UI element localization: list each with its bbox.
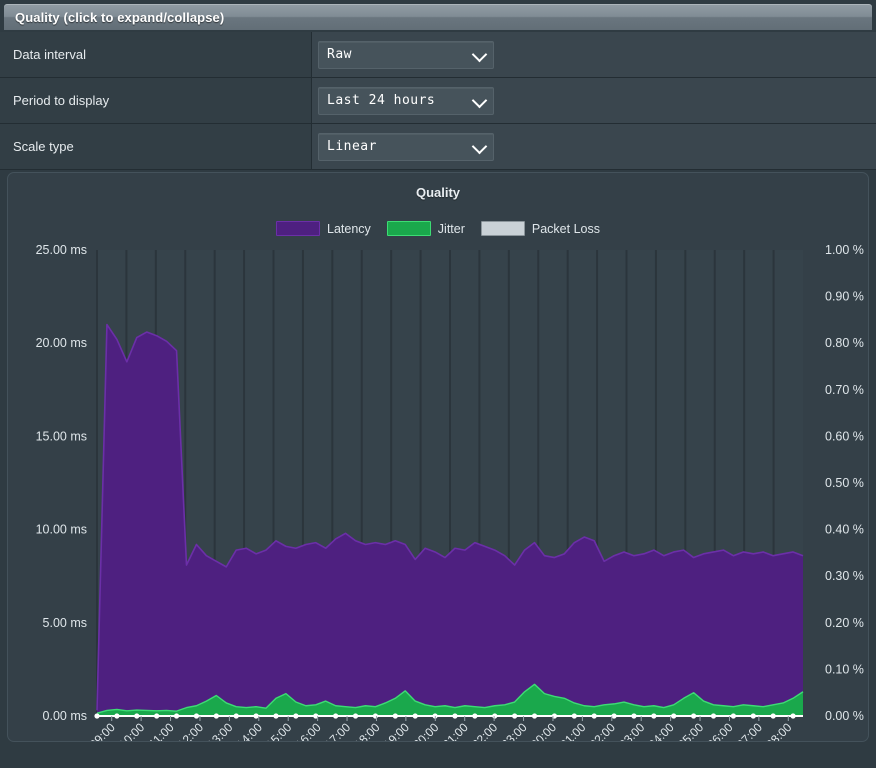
x-axis-tick-label: 19:00	[381, 720, 412, 742]
field-period-to-display: Last 24 hours	[312, 78, 876, 123]
form-row-scale-type: Scale type Linear	[0, 124, 876, 170]
left-axis-tick-label: 15.00 ms	[36, 429, 87, 443]
field-scale-type: Linear	[312, 124, 876, 169]
right-axis-tick-label: 0.70 %	[825, 383, 864, 397]
x-axis-tick-label: 06:00	[704, 720, 735, 742]
panel-bottom-strip	[0, 754, 876, 768]
select-scale-type-value: Linear	[327, 139, 377, 154]
right-axis-tick-label: 0.20 %	[825, 616, 864, 630]
x-axis-tick-label: 22:00	[469, 720, 500, 742]
section-header-quality[interactable]: Quality (click to expand/collapse)	[4, 4, 872, 30]
x-axis-tick-label: 12:00	[175, 720, 206, 742]
quality-panel: Quality (click to expand/collapse) Data …	[0, 0, 876, 768]
right-axis-tick-label: 0.10 %	[825, 662, 864, 676]
select-data-interval-value: Raw	[327, 47, 352, 62]
left-axis-tick-label: 20.00 ms	[36, 336, 87, 350]
label-data-interval: Data interval	[0, 32, 312, 77]
x-axis-tick-label: 05:00	[675, 720, 706, 742]
right-axis-tick-label: 0.80 %	[825, 336, 864, 350]
x-axis-tick-label: 07:00	[734, 720, 765, 742]
x-axis-tick-label: 11:00	[146, 720, 177, 742]
x-axis-tick-label: 10:00	[116, 720, 147, 742]
chevron-down-icon	[471, 92, 488, 108]
x-axis-tick-label: 21:00	[440, 720, 471, 742]
x-axis-tick-label: 13:00	[204, 720, 235, 742]
x-axis-tick-label: 01:00	[557, 720, 588, 742]
settings-form: Data interval Raw Period to display Last…	[0, 32, 876, 170]
field-data-interval: Raw	[312, 32, 876, 77]
chevron-down-icon	[471, 46, 488, 62]
x-axis-tick-label: 03:00	[616, 720, 647, 742]
x-axis-tick-label: 09:00	[87, 720, 118, 742]
x-axis-tick-label: 17:00	[322, 720, 353, 742]
x-axis-tick-label: 20:00	[410, 720, 441, 742]
x-axis-tick-label: 18:00	[351, 720, 382, 742]
right-axis-tick-label: 1.00 %	[825, 243, 864, 257]
label-period-to-display: Period to display	[0, 78, 312, 123]
left-axis-tick-label: 25.00 ms	[36, 243, 87, 257]
quality-chart: 0.00 ms 5.00 ms 10.00 ms 15.00 ms 20.00 ms 25…	[36, 243, 864, 742]
label-scale-type: Scale type	[0, 124, 312, 169]
x-axis-tick-label: 23:00	[499, 720, 530, 742]
select-data-interval[interactable]: Raw	[318, 40, 494, 69]
section-title: Quality (click to expand/collapse)	[15, 9, 225, 25]
form-row-period-to-display: Period to display Last 24 hours	[0, 78, 876, 124]
right-axis-tick-label: 0.90 %	[825, 290, 864, 304]
x-axis-tick-label: 14:00	[234, 720, 265, 742]
x-axis-tick-label: 00:00	[528, 720, 559, 742]
left-axis-tick-label: 0.00 ms	[43, 709, 87, 723]
x-axis-tick-label: 02:00	[587, 720, 618, 742]
left-axis-tick-label: 10.00 ms	[36, 523, 87, 537]
x-axis-tick-label: 15:00	[263, 720, 294, 742]
x-axis-tick-label: 08:00	[763, 720, 794, 742]
right-axis-tick-label: 0.60 %	[825, 429, 864, 443]
right-axis-tick-label: 0.00 %	[825, 709, 864, 723]
select-period-to-display[interactable]: Last 24 hours	[318, 86, 494, 115]
x-axis-tick-label: 16:00	[293, 720, 324, 742]
left-axis-tick-label: 5.00 ms	[43, 616, 87, 630]
chevron-down-icon	[471, 138, 488, 154]
select-scale-type[interactable]: Linear	[318, 132, 494, 161]
right-axis-tick-label: 0.40 %	[825, 523, 864, 537]
select-period-to-display-value: Last 24 hours	[327, 93, 436, 108]
right-axis-tick-label: 0.50 %	[825, 476, 864, 490]
right-axis-tick-label: 0.30 %	[825, 569, 864, 583]
x-axis-tick-label: 04:00	[646, 720, 677, 742]
form-row-data-interval: Data interval Raw	[0, 32, 876, 78]
quality-chart-panel: Quality Latency Jitter Packet Loss 0.00 …	[7, 172, 869, 742]
